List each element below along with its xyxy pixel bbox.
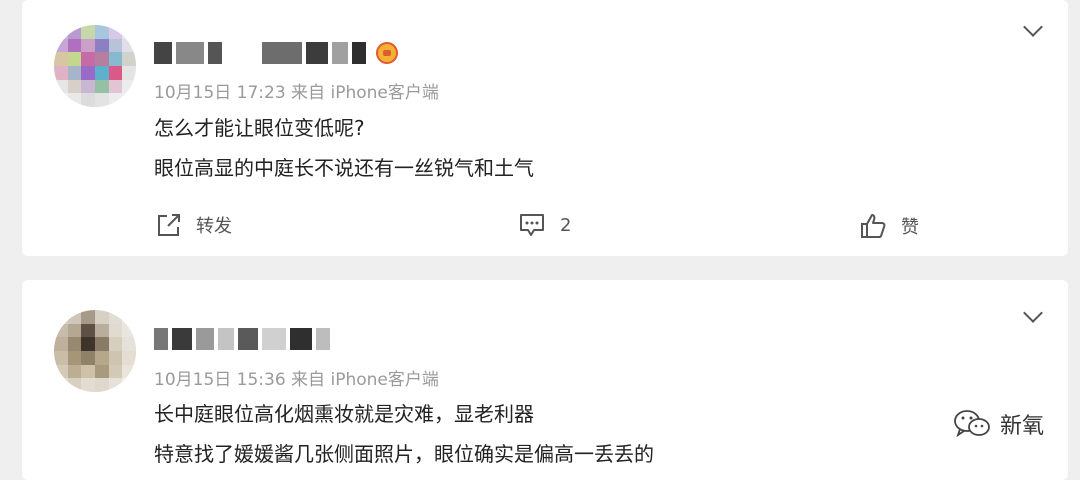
wechat-icon — [954, 410, 990, 438]
username-pixelated — [218, 328, 234, 350]
comment-icon — [520, 214, 544, 236]
avatar-mosaic — [54, 25, 136, 107]
comment-text-line: 怎么才能让眼位变低呢? — [154, 116, 365, 140]
username-pixelated — [306, 42, 328, 64]
username-pixelated — [176, 42, 204, 64]
repost-button[interactable]: 转发 — [156, 212, 232, 238]
username[interactable] — [154, 324, 334, 354]
comment-card: 10月15日 17:23 来自 iPhone客户端 怎么才能让眼位变低呢? 眼位… — [22, 0, 1068, 256]
watermark: 新氧 — [952, 408, 1044, 440]
comment-text-line: 特意找了媛媛酱几张侧面照片，眼位确实是偏高一丢丢的 — [154, 442, 654, 466]
comment-text-line: 眼位高显的中庭长不说还有一丝锐气和土气 — [154, 156, 534, 180]
username-pixelated — [262, 328, 286, 350]
username-pixelated — [196, 328, 214, 350]
username-gap — [226, 42, 258, 64]
repost-label: 转发 — [196, 216, 232, 237]
comment-text-line: 长中庭眼位高化烟熏妆就是灾难，显老利器 — [154, 402, 534, 426]
watermark-text: 新氧 — [999, 414, 1044, 439]
chevron-down-icon[interactable] — [1023, 303, 1043, 323]
username-pixelated — [154, 328, 168, 350]
comment-count: 2 — [560, 214, 572, 236]
username-pixelated — [238, 328, 258, 350]
comment-button[interactable]: 2 — [518, 212, 571, 238]
username-pixelated — [332, 42, 348, 64]
comment-meta: 10月15日 15:36 来自 iPhone客户端 — [154, 370, 439, 390]
username-pixelated — [172, 328, 192, 350]
username-pixelated — [154, 42, 172, 64]
username-pixelated — [208, 42, 222, 64]
avatar[interactable] — [54, 25, 136, 107]
username-pixelated — [352, 42, 366, 64]
username-pixelated — [316, 328, 330, 350]
avatar[interactable] — [54, 310, 136, 392]
share-icon — [158, 214, 180, 236]
comment-meta: 10月15日 17:23 来自 iPhone客户端 — [154, 83, 439, 103]
like-label: 赞 — [901, 217, 919, 238]
thumbs-up-icon — [861, 214, 886, 238]
like-button[interactable]: 赞 — [859, 212, 919, 240]
username[interactable] — [154, 38, 398, 68]
username-pixelated — [290, 328, 312, 350]
comment-card: 10月15日 15:36 来自 iPhone客户端 长中庭眼位高化烟熏妆就是灾难… — [22, 280, 1068, 480]
member-badge-icon — [376, 42, 398, 64]
chevron-down-icon[interactable] — [1023, 17, 1043, 37]
username-pixelated — [262, 42, 302, 64]
avatar-mosaic — [54, 310, 136, 392]
